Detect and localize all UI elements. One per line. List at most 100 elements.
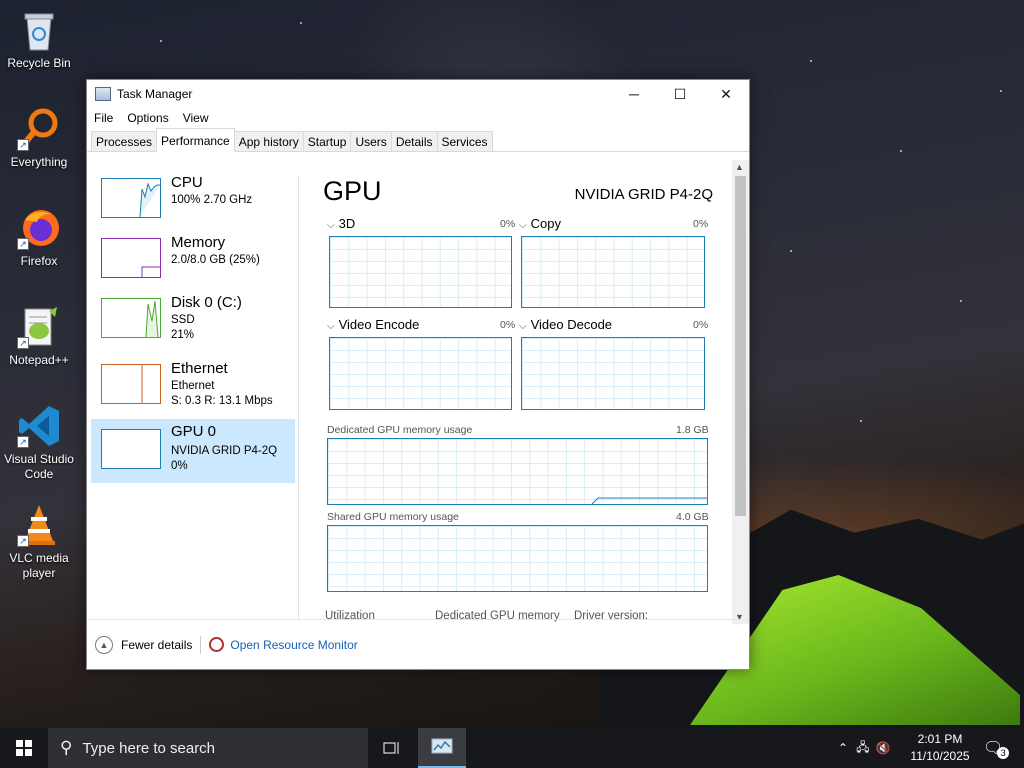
engine-percent: 0% xyxy=(693,319,709,331)
desktop-icon-label: Everything xyxy=(10,155,68,169)
task-manager-icon xyxy=(431,738,453,754)
resource-disk[interactable]: Disk 0 (C:) SSD 21% xyxy=(91,290,295,354)
resource-detail: Ethernet xyxy=(171,380,215,392)
network-icon[interactable]: 🖧 xyxy=(856,738,869,759)
search-placeholder: Type here to search xyxy=(82,739,216,757)
task-manager-window: Task Manager ─ ☐ ✕ File Options View Pro… xyxy=(86,79,750,670)
task-view-icon xyxy=(383,742,399,754)
menu-options[interactable]: Options xyxy=(127,111,168,125)
dedicated-memory-label: Dedicated GPU memory usage xyxy=(327,424,473,436)
dedicated-memory-graph xyxy=(327,438,708,505)
resource-throughput: S: 0.3 R: 13.1 Mbps xyxy=(171,395,273,407)
engine-copy-selector[interactable]: ⌵ Copy xyxy=(519,216,561,231)
start-button[interactable] xyxy=(0,728,48,768)
chevron-down-icon: ⌵ xyxy=(327,220,335,231)
menu-file[interactable]: File xyxy=(94,111,113,125)
engine-video-decode-graph xyxy=(521,337,705,410)
desktop-icon-label: Notepad++ xyxy=(9,353,69,367)
resource-list: CPU 100% 2.70 GHz Memory 2.0/8.0 GB (25%… xyxy=(91,168,295,628)
close-button[interactable]: ✕ xyxy=(703,80,749,108)
minimize-button[interactable]: ─ xyxy=(611,80,657,108)
tab-performance[interactable]: Performance xyxy=(156,128,235,152)
notification-badge: 3 xyxy=(997,747,1010,759)
system-tray: ⌃ 🖧 🔇 xyxy=(838,728,890,768)
resource-usage: 21% xyxy=(171,329,195,341)
tab-app-history[interactable]: App history xyxy=(233,131,304,151)
desktop-icon-label: Firefox xyxy=(20,254,58,268)
taskbar-clock[interactable]: 2:01 PM 11/10/2025 xyxy=(904,731,976,765)
desktop-icon-label: VLC media player xyxy=(9,551,69,580)
maximize-button[interactable]: ☐ xyxy=(657,80,703,108)
engine-label: Copy xyxy=(530,216,561,231)
taskbar-task-manager[interactable] xyxy=(418,728,466,768)
resource-ethernet[interactable]: Ethernet Ethernet S: 0.3 R: 13.1 Mbps xyxy=(91,356,295,420)
resource-name: Memory xyxy=(171,234,226,251)
everything-search-icon: ↗ xyxy=(17,107,61,151)
shared-memory-graph xyxy=(327,525,708,592)
engine-video-decode-selector[interactable]: ⌵ Video Decode xyxy=(519,317,612,332)
open-resource-monitor-link[interactable]: Open Resource Monitor xyxy=(230,638,357,652)
taskbar: ⚲ Type here to search ⌃ 🖧 🔇 2:01 PM 11/1… xyxy=(0,728,1024,768)
shared-memory-label: Shared GPU memory usage xyxy=(327,511,459,523)
desktop-icon-everything[interactable]: ↗ Everything xyxy=(0,107,78,170)
tab-startup[interactable]: Startup xyxy=(302,131,352,151)
vertical-scrollbar[interactable]: ▲ ▼ xyxy=(732,160,749,624)
disk-thumbnail-graph xyxy=(101,298,161,338)
memory-thumbnail-graph xyxy=(101,238,161,278)
cpu-thumbnail-graph xyxy=(101,178,161,218)
action-center-button[interactable]: 🗨 3 xyxy=(983,728,1010,768)
resource-name: Ethernet xyxy=(171,360,228,377)
footer-separator xyxy=(200,635,202,654)
show-hidden-icons-icon[interactable]: ⌃ xyxy=(838,741,848,755)
engine-label: Video Encode xyxy=(338,317,420,332)
menu-view[interactable]: View xyxy=(183,111,209,125)
resource-detail: SSD xyxy=(171,314,195,326)
scrollbar-thumb[interactable] xyxy=(735,176,746,516)
tab-processes[interactable]: Processes xyxy=(91,131,158,151)
resource-cpu[interactable]: CPU 100% 2.70 GHz xyxy=(91,170,295,234)
engine-video-encode-graph xyxy=(329,337,512,410)
desktop-icon-firefox[interactable]: ↗ Firefox xyxy=(0,206,78,269)
menu-bar: File Options View xyxy=(87,108,749,128)
footer-bar: ▲ Fewer details Open Resource Monitor xyxy=(87,619,749,669)
tab-users[interactable]: Users xyxy=(350,131,392,151)
desktop-icon-notepadpp[interactable]: ↗ Notepad++ xyxy=(0,305,78,368)
tab-details[interactable]: Details xyxy=(390,131,438,151)
task-view-button[interactable] xyxy=(368,728,416,768)
engine-video-encode-selector[interactable]: ⌵ Video Encode xyxy=(327,317,419,332)
chevron-up-icon[interactable]: ▲ xyxy=(95,635,113,654)
resource-usage: 0% xyxy=(171,460,188,472)
volume-muted-icon[interactable]: 🔇 xyxy=(875,741,890,755)
resource-detail: 2.0/8.0 GB (25%) xyxy=(171,254,260,266)
scroll-up-icon[interactable]: ▲ xyxy=(735,162,744,172)
clock-time: 2:01 PM xyxy=(917,732,963,746)
resource-gpu[interactable]: GPU 0 NVIDIA GRID P4-2Q 0% xyxy=(91,419,295,483)
windows-logo-icon xyxy=(16,740,32,756)
resource-monitor-icon xyxy=(209,637,225,652)
title-bar[interactable]: Task Manager ─ ☐ ✕ xyxy=(87,80,749,108)
resource-name: GPU 0 xyxy=(171,423,217,440)
resource-memory[interactable]: Memory 2.0/8.0 GB (25%) xyxy=(91,230,295,294)
firefox-icon: ↗ xyxy=(17,206,61,250)
desktop-icon-vlc[interactable]: ↗ VLC media player xyxy=(0,503,78,581)
desktop-icon-label: Visual Studio Code xyxy=(4,452,74,481)
engine-3d-selector[interactable]: ⌵ 3D xyxy=(327,216,355,231)
vscode-icon: ↗ xyxy=(17,404,61,448)
tab-bar: Processes Performance App history Startu… xyxy=(87,128,749,152)
desktop-icon-recycle-bin[interactable]: Recycle Bin xyxy=(0,8,78,71)
gpu-title: GPU xyxy=(323,176,382,206)
desktop-icon-vscode[interactable]: ↗ Visual Studio Code xyxy=(0,404,78,482)
resource-name: Disk 0 (C:) xyxy=(171,294,242,311)
engine-copy-graph xyxy=(521,236,705,308)
engine-label: 3D xyxy=(338,216,356,231)
dedicated-memory-max: 1.8 GB xyxy=(676,424,709,436)
engine-3d-graph xyxy=(329,236,512,308)
vlc-icon: ↗ xyxy=(17,503,61,547)
chevron-down-icon: ⌵ xyxy=(519,321,527,332)
taskbar-search-box[interactable]: ⚲ Type here to search xyxy=(48,728,368,768)
ethernet-thumbnail-graph xyxy=(101,364,161,404)
tab-services[interactable]: Services xyxy=(436,131,493,151)
resource-name: CPU xyxy=(171,174,203,191)
fewer-details-button[interactable]: Fewer details xyxy=(121,638,192,652)
chevron-down-icon: ⌵ xyxy=(519,220,527,231)
